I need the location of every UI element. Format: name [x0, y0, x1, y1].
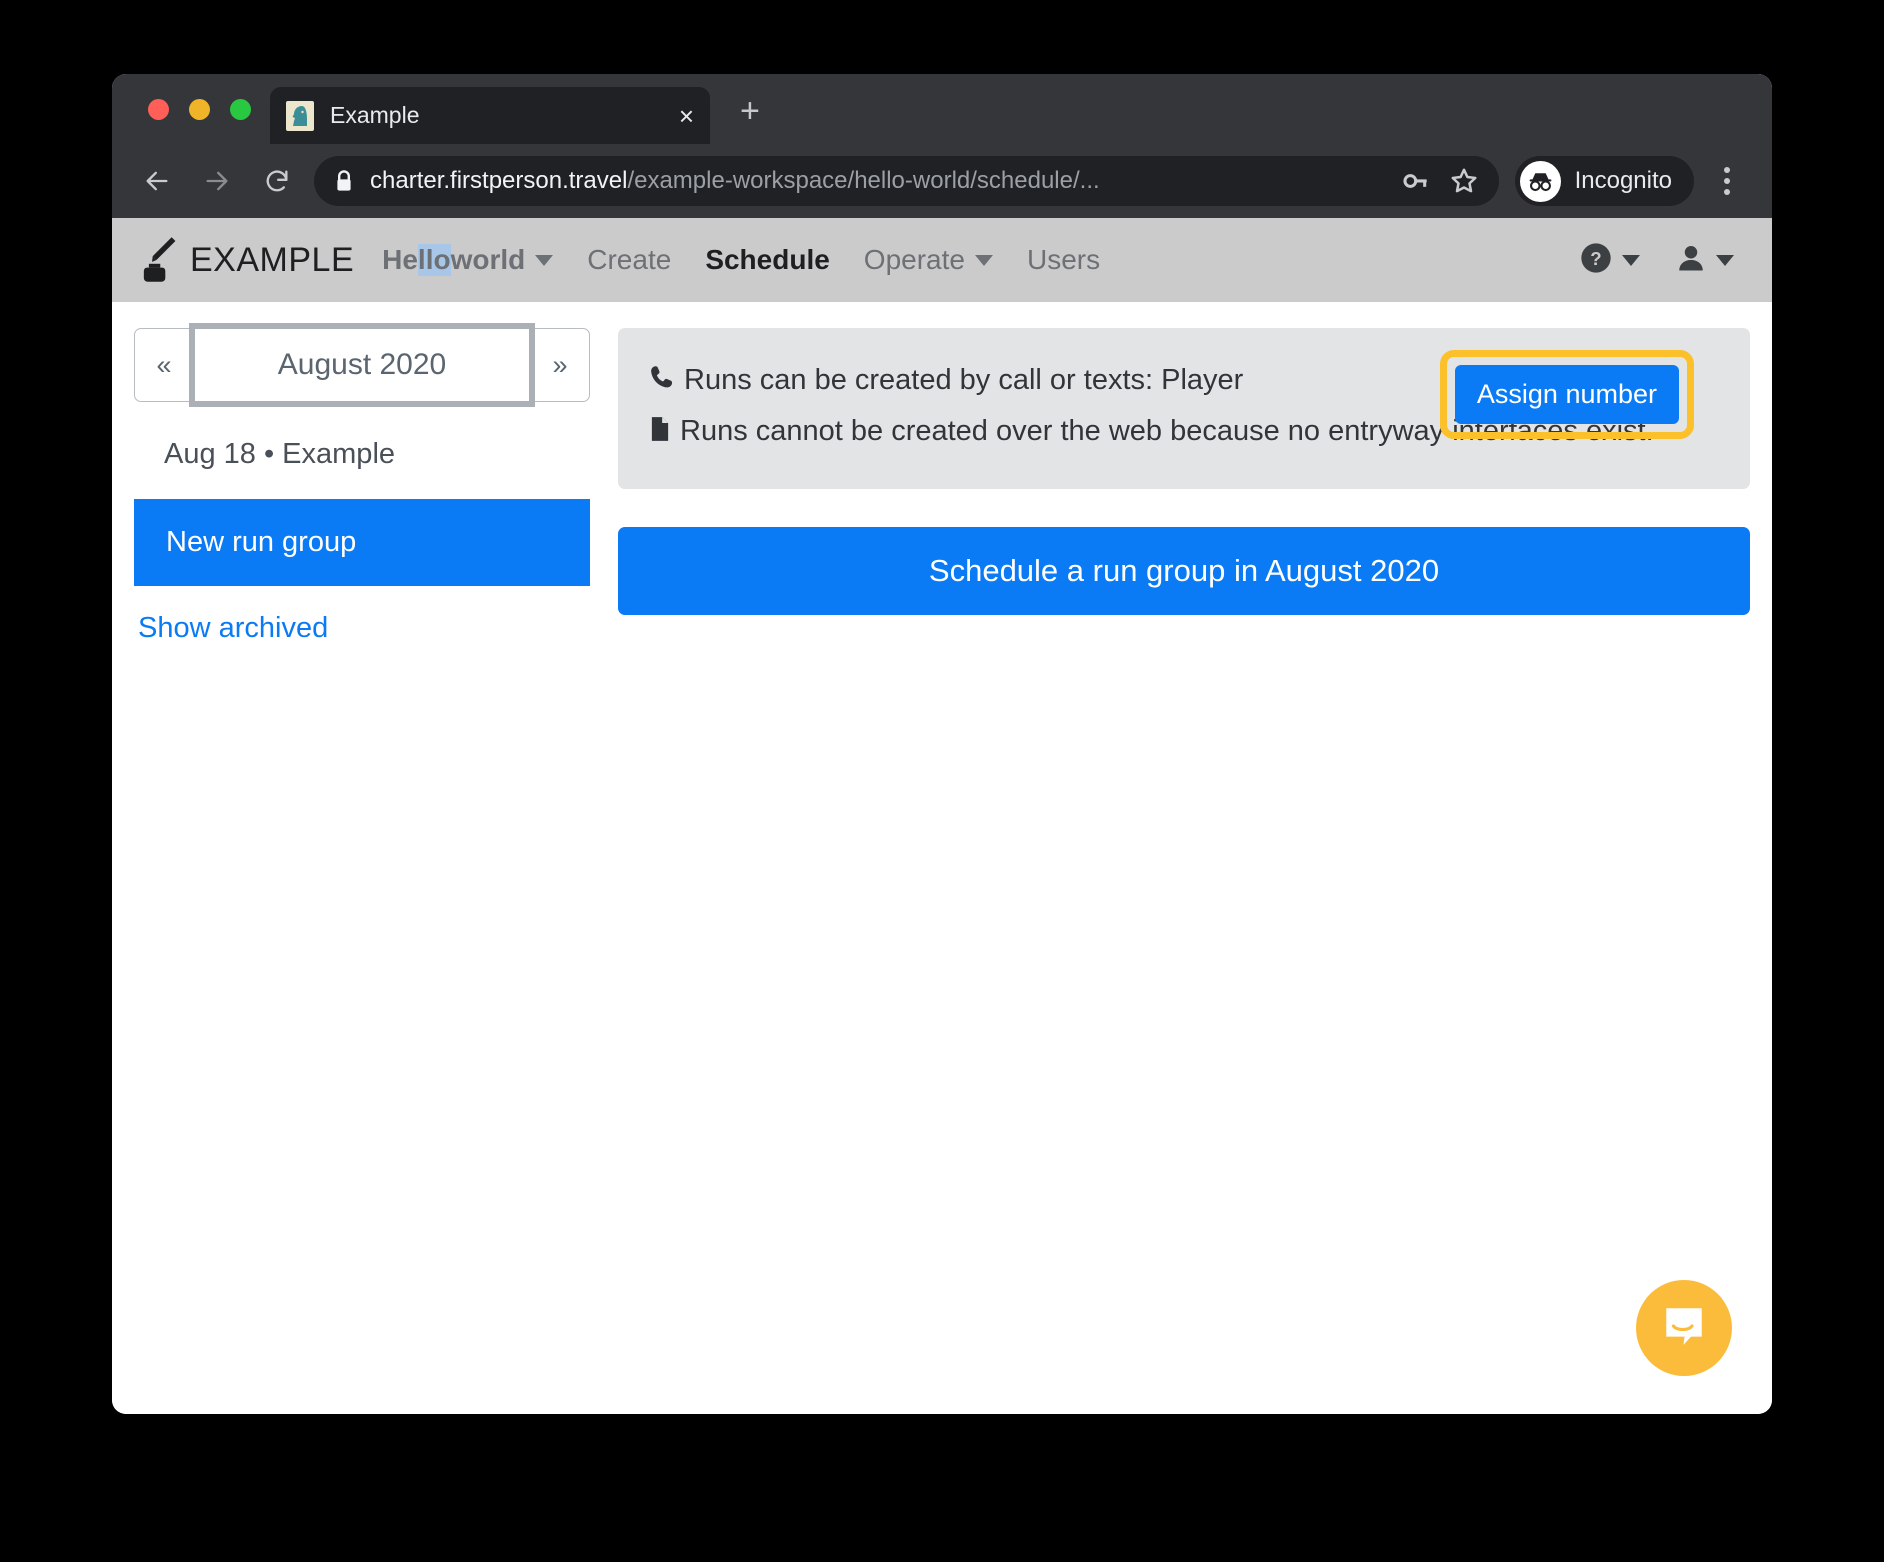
url-text: charter.firstperson.travel/example-works…	[370, 167, 1381, 195]
browser-window: Example × + charter.firstperson.travel/e…	[112, 74, 1772, 1414]
forward-arrow-icon[interactable]	[194, 158, 240, 204]
list-item-new-run-group[interactable]: New run group	[134, 499, 590, 586]
new-tab-button[interactable]: +	[740, 94, 760, 128]
maximize-window-button[interactable]	[230, 99, 251, 120]
show-archived-link[interactable]: Show archived	[134, 586, 590, 645]
nav-item-create[interactable]: Create	[587, 244, 671, 276]
workspace-label-post: world	[450, 244, 526, 275]
star-icon[interactable]	[1449, 166, 1479, 196]
assign-number-button[interactable]: Assign number	[1454, 365, 1679, 424]
lock-icon	[334, 169, 354, 193]
info-line-calls-text: Runs can be created by call or texts: Pl…	[684, 364, 1244, 396]
account-menu[interactable]	[1676, 242, 1734, 279]
chess-knight-icon	[286, 100, 314, 131]
address-bar[interactable]: charter.firstperson.travel/example-works…	[314, 156, 1499, 206]
brand[interactable]: EXAMPLE	[140, 236, 354, 284]
chevron-down-icon	[1716, 254, 1734, 266]
browser-tab[interactable]: Example ×	[270, 87, 710, 144]
nav-item-operate-label: Operate	[863, 244, 965, 275]
main-content: Runs can be created by call or texts: Pl…	[612, 302, 1772, 1414]
chevron-down-icon	[974, 254, 993, 266]
document-icon	[650, 409, 670, 458]
reload-icon[interactable]	[254, 158, 300, 204]
tab-strip: Example × +	[112, 74, 1772, 144]
svg-text:?: ?	[1590, 248, 1601, 269]
info-panel: Runs can be created by call or texts: Pl…	[618, 328, 1750, 490]
tab-title: Example	[330, 102, 420, 128]
next-month-button[interactable]: »	[530, 328, 590, 402]
app-navbar: EXAMPLE He llo world Create Schedule Oper…	[112, 218, 1772, 302]
chat-bubble-icon	[1658, 1300, 1710, 1357]
sidebar: « August 2020 » Aug 18 • Example New run…	[112, 302, 612, 1414]
app-body: « August 2020 » Aug 18 • Example New run…	[112, 302, 1772, 1414]
chevron-down-icon	[1622, 254, 1640, 266]
user-icon	[1676, 242, 1706, 279]
three-dot-menu-icon[interactable]	[1704, 167, 1750, 195]
assign-number-highlight: Assign number	[1439, 350, 1694, 439]
nav-item-schedule-label: Schedule	[705, 244, 830, 275]
close-icon[interactable]: ×	[679, 103, 694, 129]
incognito-icon	[1519, 160, 1561, 202]
workspace-label-selected: llo	[417, 244, 451, 276]
chevron-down-icon	[535, 254, 554, 266]
nav-item-users-label: Users	[1026, 244, 1101, 275]
schedule-run-group-button[interactable]: Schedule a run group in August 2020	[618, 527, 1750, 616]
browser-toolbar: charter.firstperson.travel/example-works…	[112, 144, 1772, 218]
nav-item-create-label: Create	[587, 244, 672, 275]
day-header: Aug 18 • Example	[164, 438, 396, 470]
month-navigator: « August 2020 »	[134, 323, 590, 407]
nav-item-operate[interactable]: Operate	[864, 244, 993, 276]
key-icon[interactable]	[1401, 167, 1429, 195]
close-window-button[interactable]	[148, 99, 169, 120]
help-menu[interactable]: ?	[1580, 242, 1640, 279]
back-arrow-icon[interactable]	[134, 158, 180, 204]
phone-icon	[650, 358, 674, 407]
chat-launcher-button[interactable]	[1636, 1280, 1732, 1376]
workspace-switcher[interactable]: He llo world	[382, 244, 554, 276]
incognito-badge[interactable]: Incognito	[1514, 156, 1694, 206]
brand-name: EXAMPLE	[190, 240, 355, 279]
workspace-label-pre: He	[382, 244, 418, 275]
previous-month-button[interactable]: «	[134, 328, 194, 402]
window-traffic-lights	[148, 99, 251, 120]
application-viewport: EXAMPLE He llo world Create Schedule Oper…	[112, 218, 1772, 1414]
inkwell-quill-icon	[140, 236, 178, 284]
nav-item-schedule[interactable]: Schedule	[705, 244, 829, 276]
minimize-window-button[interactable]	[189, 99, 210, 120]
url-host: charter.firstperson.travel	[370, 167, 628, 194]
nav-item-users[interactable]: Users	[1027, 244, 1100, 276]
url-path: /example-workspace/hello-world/schedule/…	[627, 167, 1100, 194]
help-circle-icon: ?	[1580, 242, 1612, 279]
month-label[interactable]: August 2020	[189, 323, 535, 407]
incognito-label: Incognito	[1574, 167, 1672, 194]
